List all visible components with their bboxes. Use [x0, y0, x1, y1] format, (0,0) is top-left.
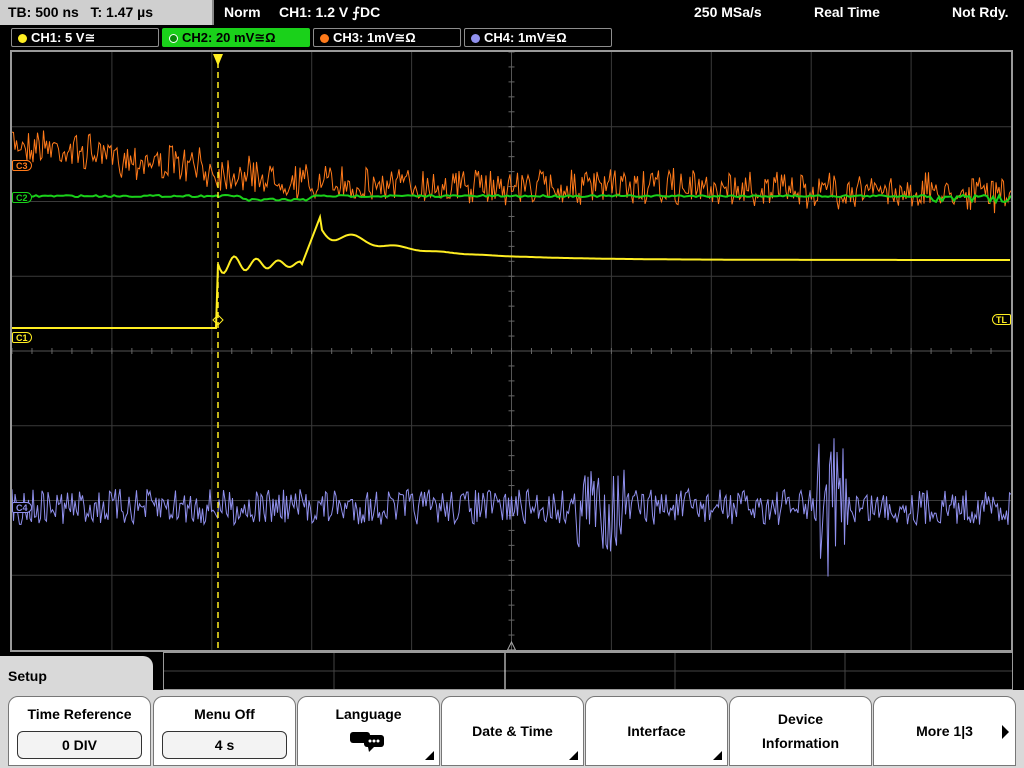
channel-tab-ch1[interactable]: CH1: 5 V≅	[11, 28, 159, 47]
ch3-label: CH3: 1mV≅Ω	[333, 30, 416, 45]
channel-tab-ch4[interactable]: CH4: 1mV≅Ω	[464, 28, 612, 47]
acquisition-mode[interactable]: Norm	[224, 0, 261, 25]
ch1-offset-marker[interactable]: C1	[12, 332, 32, 343]
trigger-arrow-icon	[213, 54, 223, 66]
next-page-arrow-icon	[1002, 725, 1009, 739]
date-time-button[interactable]: Date & Time	[441, 696, 584, 766]
time-reference-button[interactable]: Time Reference 0 DIV	[8, 696, 151, 766]
ch3-color-dot	[320, 34, 329, 43]
waveform-display[interactable]: C3 C2 C1 C4 TL	[10, 50, 1013, 652]
overview-lines	[164, 653, 1012, 689]
sample-rate: 250 MSa/s	[694, 4, 762, 20]
interface-label: Interface	[627, 723, 686, 739]
ch2-label: CH2: 20 mV≅Ω	[182, 30, 276, 45]
ch4-offset-marker[interactable]: C4	[12, 502, 32, 513]
graticule-grid	[12, 52, 1011, 650]
acquisition-type: Real Time	[814, 4, 880, 20]
trigger-time-value: T: 1.47 µs	[90, 4, 154, 20]
status-bar: TB: 500 ns T: 1.47 µs Norm CH1: 1.2 V ⨍D…	[0, 0, 1024, 25]
ch4-label: CH4: 1mV≅Ω	[484, 30, 567, 45]
trigger-state: Not Rdy.	[952, 4, 1009, 20]
time-reference-value: 0 DIV	[17, 731, 142, 759]
menu-off-value: 4 s	[162, 731, 287, 759]
language-button[interactable]: Language	[297, 696, 440, 766]
trigger-level-marker[interactable]: TL	[992, 314, 1011, 325]
menu-off-label: Menu Off	[194, 706, 255, 722]
waveform-canvas	[12, 52, 1011, 650]
ch4-color-dot	[471, 34, 480, 43]
interface-submenu-icon	[713, 751, 722, 760]
language-label: Language	[335, 706, 402, 722]
channel-tab-ch3[interactable]: CH3: 1mV≅Ω	[313, 28, 461, 47]
device-info-line1: Device	[777, 711, 824, 727]
channel-tab-ch2[interactable]: CH2: 20 mV≅Ω	[162, 28, 310, 47]
device-information-button[interactable]: Device Information	[729, 696, 872, 766]
language-submenu-icon	[425, 751, 434, 760]
ch3-offset-marker[interactable]: C3	[12, 160, 32, 171]
timebase-box[interactable]: TB: 500 ns T: 1.47 µs	[0, 0, 214, 25]
ch2-color-dot	[169, 34, 178, 43]
date-time-label: Date & Time	[472, 723, 553, 739]
timebase-value: TB: 500 ns	[8, 4, 79, 20]
trigger-position-marker	[212, 54, 517, 650]
device-info-line2: Information	[762, 735, 839, 751]
menu-off-button[interactable]: Menu Off 4 s	[153, 696, 296, 766]
ch2-offset-marker[interactable]: C2	[12, 192, 32, 203]
time-reference-label: Time Reference	[27, 706, 132, 722]
trigger-info[interactable]: CH1: 1.2 V ⨍DC	[279, 0, 380, 25]
ch1-color-dot	[18, 34, 27, 43]
menu-title: Setup	[0, 656, 153, 696]
memory-overview-strip	[163, 652, 1013, 690]
ch1-label: CH1: 5 V≅	[31, 30, 96, 45]
interface-button[interactable]: Interface	[585, 696, 728, 766]
date-time-submenu-icon	[569, 751, 578, 760]
more-label: More 1|3	[916, 723, 973, 739]
more-button[interactable]: More 1|3	[873, 696, 1016, 766]
language-speech-icon	[350, 732, 384, 752]
